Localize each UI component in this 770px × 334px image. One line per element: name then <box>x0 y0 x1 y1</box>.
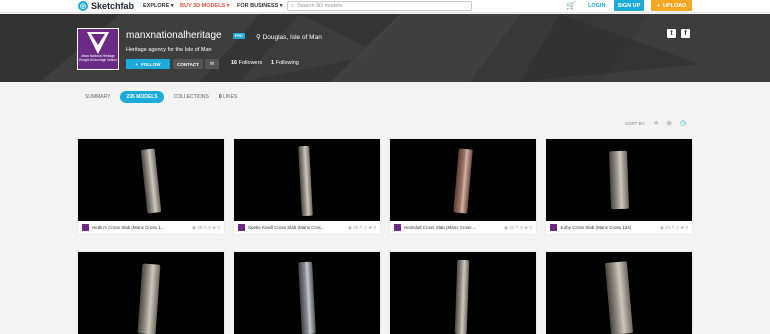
eye-icon[interactable]: ◉ <box>666 119 672 127</box>
profile-name: manxnationalheritage <box>126 30 222 41</box>
cart-icon[interactable]: 🛒 <box>566 1 576 10</box>
signup-button[interactable]: SIGN UP <box>614 0 644 11</box>
model-thumbnail[interactable] <box>234 252 380 334</box>
star-icon[interactable]: ★ <box>653 119 659 127</box>
tab-collections[interactable]: COLLECTIONS <box>174 94 209 100</box>
nav-buy-3d-models[interactable]: BUY 3D MODELS ▾ <box>180 3 229 9</box>
model-stats: ◉ 38 ✎ 0 ★ 0 <box>191 224 220 230</box>
plus-icon: + <box>656 2 660 9</box>
model-thumbnail[interactable] <box>78 139 224 221</box>
location-pin-icon: ⚲ <box>256 34 261 41</box>
tab-models[interactable]: 235 MODELS <box>120 91 164 103</box>
search-placeholder: Search 3D models <box>297 3 343 9</box>
search-icon: ⌕ <box>291 2 295 9</box>
model-card[interactable] <box>390 252 536 334</box>
triskelion-logo-icon <box>87 32 109 54</box>
tab-summary[interactable]: SUMMARY <box>85 94 110 100</box>
model-thumbnail[interactable] <box>546 252 692 334</box>
follow-button[interactable]: + FOLLOW <box>126 59 170 69</box>
top-navbar: ◎ Sketchfab EXPLORE ▾ BUY 3D MODELS ▾ FO… <box>0 0 770 13</box>
owner-avatar[interactable] <box>550 224 557 231</box>
avatar-caption: Manx National Heritage Eiraght Ashoonagh… <box>79 54 117 62</box>
owner-avatar[interactable] <box>394 224 401 231</box>
mail-icon: ✉ <box>209 61 215 67</box>
logo-text: Sketchfab <box>91 1 135 11</box>
sketchfab-logo[interactable]: ◎ Sketchfab <box>78 1 134 11</box>
sort-by-label: SORT BY <box>625 121 645 126</box>
profile-avatar[interactable]: Manx National Heritage Eiraght Ashoonagh… <box>77 28 119 70</box>
tab-likes[interactable]: 0 LIKES <box>219 94 237 100</box>
profile-location: ⚲ Douglas, Isle of Man <box>256 34 322 41</box>
model-card[interactable] <box>546 252 692 334</box>
plus-icon: + <box>135 61 139 67</box>
model-stats: ◉ 26 ✎ 0 ★ 0 <box>347 224 376 230</box>
profile-bio: Heritage agency for the Isle of Man <box>126 47 212 53</box>
model-card[interactable] <box>234 252 380 334</box>
upload-label: UPLOAD <box>662 2 687 9</box>
message-button[interactable]: ✉ <box>205 59 219 69</box>
upload-button[interactable]: + UPLOAD <box>651 0 692 11</box>
owner-avatar[interactable] <box>238 224 245 231</box>
model-card[interactable]: Heimdall Cross Slab (Manx Cross ... ◉ 32… <box>390 139 536 234</box>
model-stats: ◉ 24 ✎ 0 ★ 0 <box>659 224 688 230</box>
pro-badge: PRO <box>233 33 245 39</box>
model-stats: ◉ 32 ✎ 0 ★ 0 <box>503 224 532 230</box>
facebook-icon[interactable]: f <box>681 29 690 38</box>
model-title[interactable]: Jurby Cross Slab (Manx Cross 134) <box>560 225 657 230</box>
model-card[interactable]: Speke Keeill Cross Slab (Manx Cros... ◉ … <box>234 139 380 234</box>
profile-tabs: SUMMARY 235 MODELS COLLECTIONS 0 LIKES <box>85 91 247 103</box>
model-title[interactable]: Speke Keeill Cross Slab (Manx Cros... <box>248 225 345 230</box>
login-link[interactable]: LOGIN <box>588 3 605 9</box>
follow-label: FOLLOW <box>141 61 161 67</box>
followers-stat[interactable]: 16 Followers <box>231 60 262 66</box>
model-card[interactable]: Jurby Cross Slab (Manx Cross 134) ◉ 24 ✎… <box>546 139 692 234</box>
nav-for-business[interactable]: FOR BUSINESS ▾ <box>237 3 283 9</box>
owner-avatar[interactable] <box>82 224 89 231</box>
contact-button[interactable]: CONTACT <box>173 59 203 69</box>
clock-icon[interactable]: ◷ <box>680 119 686 127</box>
model-thumbnail[interactable] <box>390 252 536 334</box>
search-input[interactable]: ⌕ Search 3D models <box>287 1 472 11</box>
model-thumbnail[interactable] <box>390 139 536 221</box>
model-card[interactable] <box>78 252 224 334</box>
nav-explore[interactable]: EXPLORE ▾ <box>143 3 174 9</box>
twitter-icon[interactable]: t <box>667 29 676 38</box>
model-thumbnail[interactable] <box>78 252 224 334</box>
following-stat[interactable]: 1 Following <box>271 60 299 66</box>
model-title[interactable]: Hedin's Cross Slab (Manx Cross 1... <box>92 225 189 230</box>
model-thumbnail[interactable] <box>234 139 380 221</box>
model-card[interactable]: Hedin's Cross Slab (Manx Cross 1... ◉ 38… <box>78 139 224 234</box>
model-title[interactable]: Heimdall Cross Slab (Manx Cross ... <box>404 225 501 230</box>
sketchfab-logo-icon: ◎ <box>78 1 88 11</box>
model-thumbnail[interactable] <box>546 139 692 221</box>
